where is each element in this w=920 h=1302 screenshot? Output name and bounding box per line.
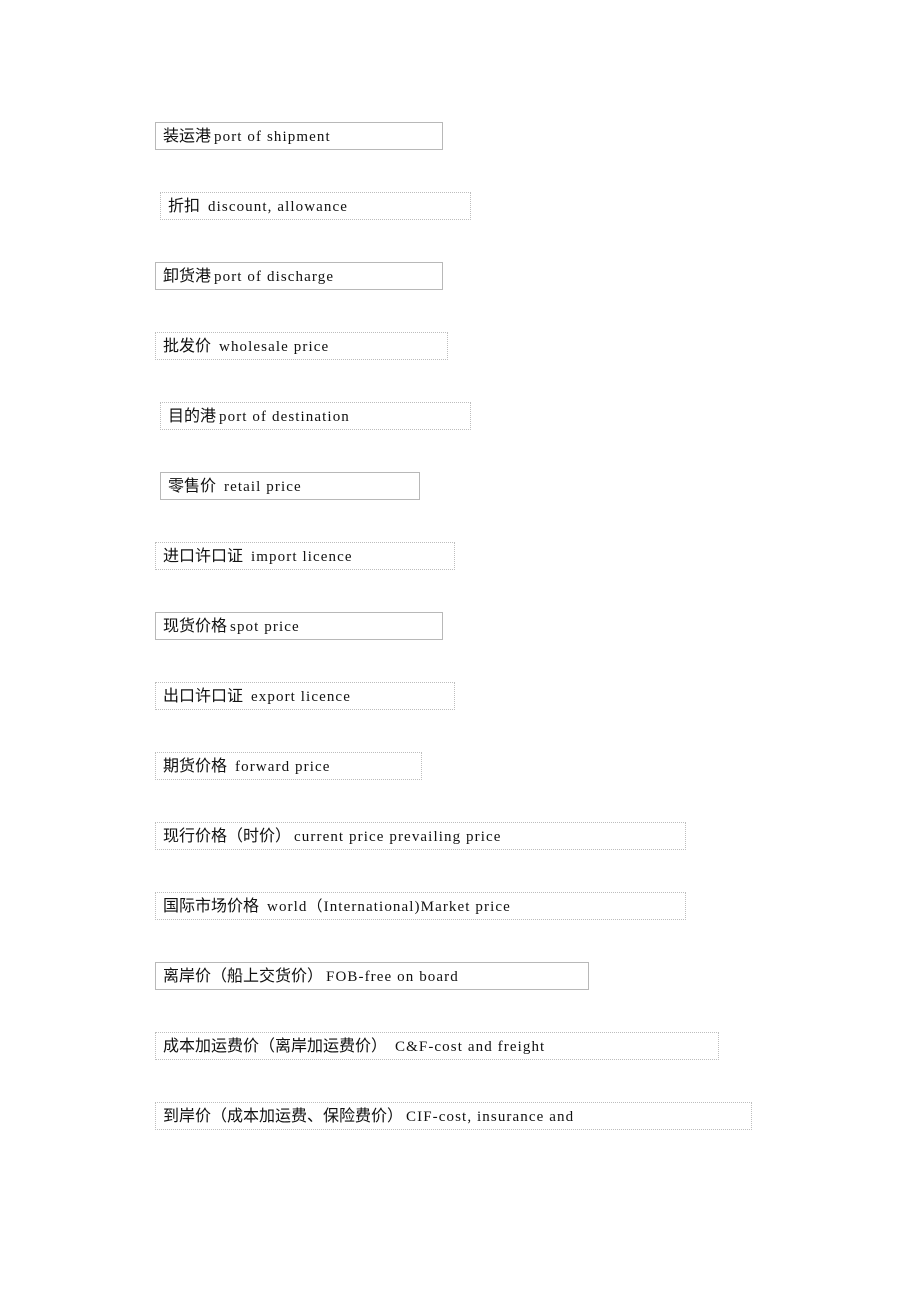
glossary-term-chinese: 卸货港 [163, 266, 212, 285]
glossary-term-box: 离岸价（船上交货价） FOB-free on board [155, 962, 589, 990]
glossary-term-english: port of destination [219, 409, 350, 425]
glossary-term-chinese: 现货价格 [163, 616, 228, 635]
glossary-term-english: C&F-cost and freight [395, 1039, 546, 1055]
glossary-term-text: 装运港 port of shipment [163, 123, 331, 150]
glossary-term-text: 卸货港 port of discharge [163, 263, 334, 290]
glossary-term-box: 国际市场价格 world（International)Market price [155, 892, 686, 920]
glossary-term-text: 现货价格 spot price [163, 613, 300, 640]
glossary-term-chinese: 国际市场价格 [163, 896, 260, 915]
glossary-term-chinese: 目的港 [168, 406, 217, 425]
glossary-term-text: 到岸价（成本加运费、保险费价） CIF-cost, insurance and [163, 1103, 574, 1130]
glossary-term-box: 进口许口证 import licence [155, 542, 455, 570]
glossary-term-chinese: 折扣 [168, 196, 201, 215]
glossary-row: 国际市场价格 world（International)Market price [155, 892, 855, 962]
glossary-term-english: export licence [251, 689, 351, 705]
document-page: 装运港 port of shipment 折扣 discount, allowance… [0, 0, 920, 1302]
glossary-row: 成本加运费价（离岸加运费价） C&F-cost and freight [155, 1032, 855, 1102]
glossary-term-text: 出口许口证 export licence [163, 683, 351, 710]
glossary-row: 目的港 port of destination [155, 402, 855, 472]
glossary-term-box: 零售价 retail price [160, 472, 420, 500]
glossary-row: 现货价格 spot price [155, 612, 855, 682]
glossary-row: 现行价格（时价） current price prevailing price [155, 822, 855, 892]
glossary-row: 进口许口证 import licence [155, 542, 855, 612]
glossary-term-box: 目的港 port of destination [160, 402, 471, 430]
glossary-term-chinese: 装运港 [163, 126, 212, 145]
glossary-term-english: port of discharge [214, 269, 335, 285]
glossary-term-english: retail price [224, 479, 302, 495]
glossary-row: 折扣 discount, allowance [155, 192, 855, 262]
glossary-term-chinese: 批发价 [163, 336, 212, 355]
glossary-term-chinese: 到岸价（成本加运费、保险费价） [163, 1106, 404, 1125]
glossary-term-text: 批发价 wholesale price [163, 333, 329, 360]
glossary-term-english: port of shipment [214, 129, 331, 145]
glossary-term-box: 折扣 discount, allowance [160, 192, 471, 220]
glossary-row: 到岸价（成本加运费、保险费价） CIF-cost, insurance and [155, 1102, 855, 1172]
glossary-term-text: 折扣 discount, allowance [168, 193, 348, 220]
glossary-term-text: 现行价格（时价） current price prevailing price [163, 823, 502, 850]
glossary-term-english: world（International)Market price [267, 899, 511, 915]
glossary-term-box: 现货价格 spot price [155, 612, 443, 640]
glossary-term-english: discount, allowance [208, 199, 349, 215]
glossary-term-text: 成本加运费价（离岸加运费价） C&F-cost and freight [163, 1033, 545, 1060]
glossary-term-box: 期货价格 forward price [155, 752, 422, 780]
glossary-term-english: forward price [235, 759, 331, 775]
glossary-term-text: 国际市场价格 world（International)Market price [163, 893, 511, 920]
glossary-term-english: import licence [251, 549, 353, 565]
glossary-term-chinese: 期货价格 [163, 756, 228, 775]
glossary-row: 卸货港 port of discharge [155, 262, 855, 332]
glossary-row: 出口许口证 export licence [155, 682, 855, 752]
glossary-term-text: 进口许口证 import licence [163, 543, 353, 570]
glossary-term-box: 装运港 port of shipment [155, 122, 443, 150]
glossary-row: 批发价 wholesale price [155, 332, 855, 402]
glossary-term-chinese: 成本加运费价（离岸加运费价） [163, 1036, 388, 1055]
glossary-term-box: 出口许口证 export licence [155, 682, 455, 710]
glossary-term-english: current price prevailing price [294, 829, 502, 845]
glossary-term-english: spot price [230, 619, 300, 635]
glossary-row: 离岸价（船上交货价） FOB-free on board [155, 962, 855, 1032]
glossary-term-text: 目的港 port of destination [168, 403, 350, 430]
glossary-term-box: 现行价格（时价） current price prevailing price [155, 822, 686, 850]
glossary-row: 零售价 retail price [155, 472, 855, 542]
glossary-term-chinese: 零售价 [168, 476, 217, 495]
glossary-term-text: 离岸价（船上交货价） FOB-free on board [163, 963, 459, 990]
glossary-row: 期货价格 forward price [155, 752, 855, 822]
glossary-row: 装运港 port of shipment [155, 122, 855, 192]
glossary-term-box: 批发价 wholesale price [155, 332, 448, 360]
glossary-term-text: 期货价格 forward price [163, 753, 331, 780]
glossary-term-chinese: 出口许口证 [163, 686, 244, 705]
glossary-term-english: FOB-free on board [326, 969, 459, 985]
glossary-term-english: CIF-cost, insurance and [406, 1109, 575, 1125]
glossary-list: 装运港 port of shipment 折扣 discount, allowance… [155, 122, 855, 1172]
glossary-term-text: 零售价 retail price [168, 473, 302, 500]
glossary-term-english: wholesale price [219, 339, 330, 355]
glossary-term-chinese: 现行价格（时价） [163, 826, 292, 845]
glossary-term-box: 卸货港 port of discharge [155, 262, 443, 290]
glossary-term-box: 到岸价（成本加运费、保险费价） CIF-cost, insurance and [155, 1102, 752, 1130]
glossary-term-box: 成本加运费价（离岸加运费价） C&F-cost and freight [155, 1032, 719, 1060]
glossary-term-chinese: 进口许口证 [163, 546, 244, 565]
glossary-term-chinese: 离岸价（船上交货价） [163, 966, 324, 985]
